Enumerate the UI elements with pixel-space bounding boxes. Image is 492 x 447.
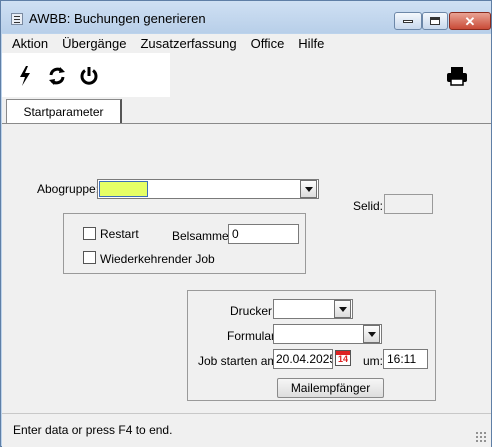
calendar-icon[interactable]: 14 [335, 350, 351, 366]
title-bar[interactable]: AWBB: Buchungen generieren ✕ [1, 1, 491, 33]
job-time-field[interactable]: 16:11 [383, 349, 428, 369]
resize-grip-icon[interactable] [475, 431, 487, 443]
belsammel-label: Belsammel: [172, 229, 235, 243]
lightning-icon[interactable] [14, 65, 36, 87]
job-start-label: Job starten am: [198, 354, 281, 368]
app-window: AWBB: Buchungen generieren ✕ Aktion Über… [0, 0, 492, 447]
printer-icon[interactable] [446, 65, 468, 87]
menu-uebergaenge[interactable]: Übergänge [55, 36, 133, 51]
minimize-button[interactable] [394, 12, 422, 30]
selid-label: Selid: [353, 199, 384, 213]
mailempfaenger-button[interactable]: Mailempfänger [277, 378, 384, 398]
menu-zusatzerfassung[interactable]: Zusatzerfassung [133, 36, 243, 51]
abogruppe-dropdown-button[interactable] [300, 180, 317, 198]
toolbar [2, 53, 491, 97]
minimize-icon [403, 19, 413, 23]
power-icon[interactable] [78, 65, 100, 87]
menu-office[interactable]: Office [244, 36, 292, 51]
chevron-down-icon [304, 186, 313, 192]
tab-startparameter[interactable]: Startparameter [6, 99, 122, 123]
formular-dropdown-button[interactable] [363, 325, 380, 343]
um-label: um: [363, 354, 384, 368]
tab-panel-startparameter: Abogruppe: Selid: Restart Belsammel: 0 W… [2, 123, 491, 413]
app-icon [11, 13, 23, 25]
wiederkehrend-checkbox[interactable] [83, 251, 96, 264]
status-message: Enter data or press F4 to end. [13, 423, 173, 437]
calendar-day: 14 [337, 354, 348, 364]
formular-label: Formular: [227, 329, 279, 343]
drucker-dropdown-button[interactable] [334, 300, 351, 318]
belsammel-field[interactable]: 0 [228, 224, 299, 244]
close-button[interactable]: ✕ [449, 12, 491, 30]
status-bar: Enter data or press F4 to end. [2, 413, 491, 447]
restart-label: Restart [100, 227, 139, 241]
drucker-label: Drucker: [230, 304, 276, 318]
menu-bar: Aktion Übergänge Zusatzerfassung Office … [2, 34, 491, 53]
maximize-button[interactable] [422, 12, 448, 30]
menu-aktion[interactable]: Aktion [2, 36, 55, 51]
abogruppe-label: Abogruppe: [37, 182, 100, 196]
restart-checkbox[interactable] [83, 227, 96, 240]
abogruppe-value [99, 181, 148, 197]
job-date-field[interactable]: 20.04.2025 [273, 349, 333, 369]
refresh-icon[interactable] [46, 65, 68, 87]
window-title: AWBB: Buchungen generieren [29, 11, 206, 26]
close-icon: ✕ [464, 13, 476, 29]
chevron-down-icon [367, 331, 376, 337]
abogruppe-select[interactable] [97, 179, 319, 199]
chevron-down-icon [338, 306, 347, 312]
menu-hilfe[interactable]: Hilfe [291, 36, 331, 51]
maximize-icon [430, 17, 440, 25]
wiederkehrend-label: Wiederkehrender Job [100, 252, 215, 266]
selid-field[interactable] [384, 194, 433, 214]
tab-strip: Startparameter [2, 97, 491, 123]
